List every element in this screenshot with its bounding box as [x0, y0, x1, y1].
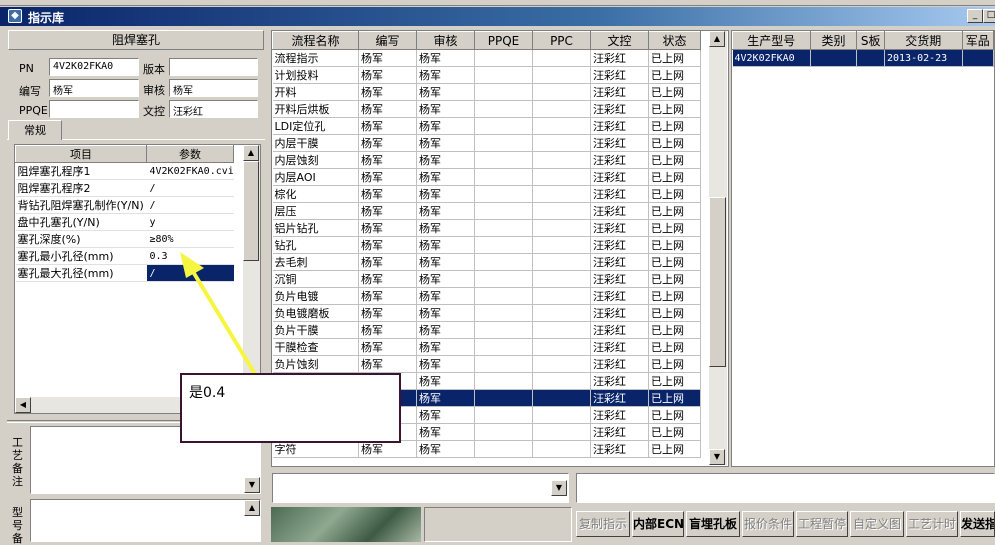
arrow-shaft: [190, 268, 257, 376]
arrow-head-icon: [180, 252, 204, 278]
annotation-arrow: [180, 252, 257, 376]
annotation-callout: 是0.4: [180, 373, 401, 443]
